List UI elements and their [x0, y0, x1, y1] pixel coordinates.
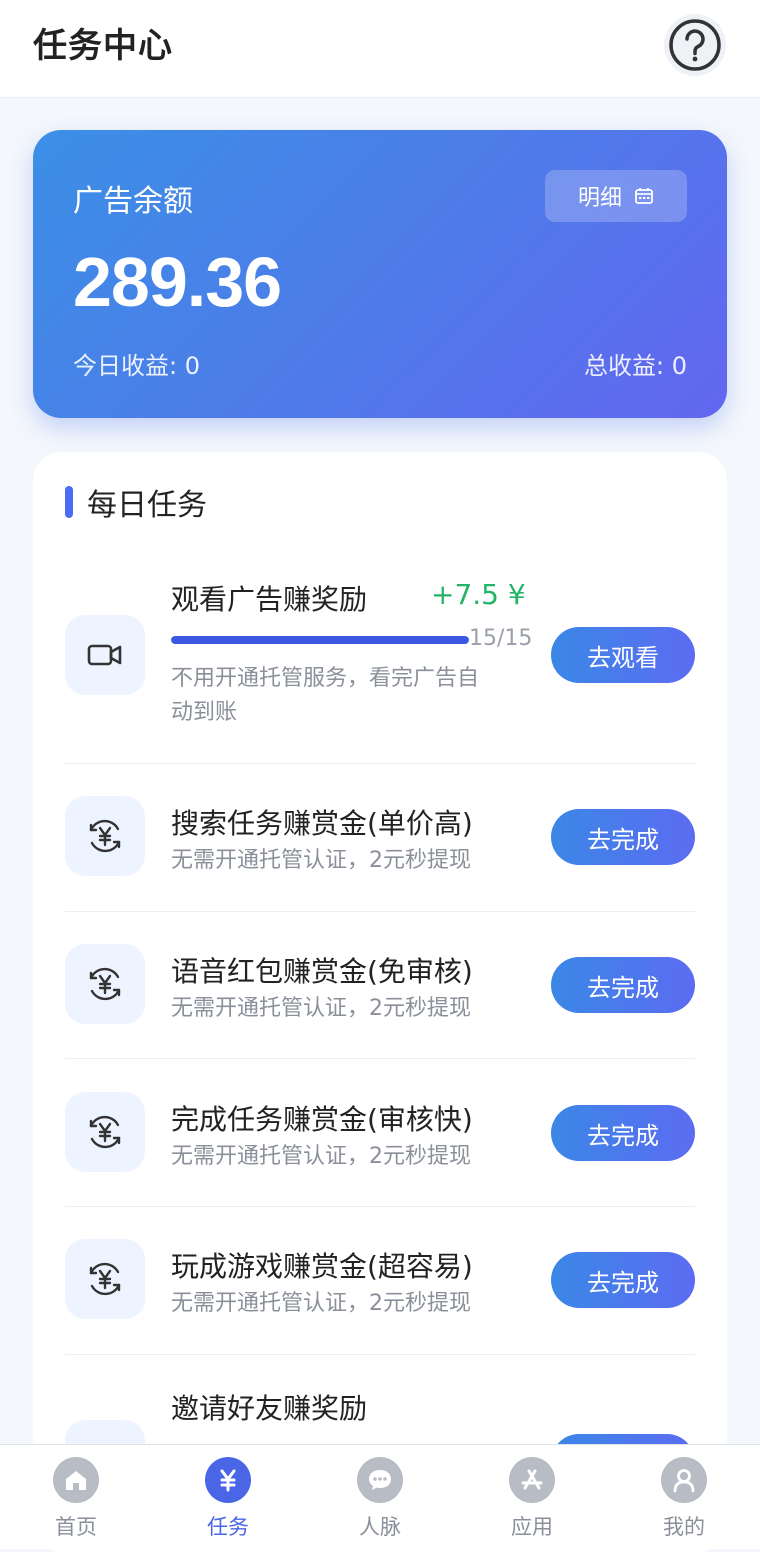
user-icon: [661, 1457, 707, 1503]
tab-label: 应用: [511, 1515, 553, 1539]
today-income: 今日收益: 0: [73, 352, 200, 380]
task-desc: 无需开通托管认证，2元秒提现: [171, 996, 471, 1021]
divider: [65, 911, 695, 912]
ad-task-progress-text: 15/15: [469, 626, 533, 651]
balance-label: 广告余额: [73, 184, 193, 219]
section-title-text: 每日任务: [87, 488, 207, 523]
daily-task-panel: 每日任务 观看广告赚奖励 +7.5 ¥ 15/15 不用开通托管服务，看完广告自…: [33, 452, 727, 1552]
section-title: 每日任务: [65, 484, 207, 523]
ad-task-title: 观看广告赚奖励: [171, 583, 368, 616]
task-icon-box: [65, 944, 145, 1024]
ad-task-item: 观看广告赚奖励 +7.5 ¥ 15/15 不用开通托管服务，看完广告自 动到账 …: [65, 578, 695, 748]
task-icon-box: [65, 1239, 145, 1319]
help-button[interactable]: [664, 14, 726, 76]
tab-profile[interactable]: 我的: [634, 1457, 734, 1545]
balance-card: 广告余额 明细 289.36 今日收益: 0 总收益: 0: [33, 130, 727, 418]
ad-task-desc-line2: 动到账: [171, 700, 238, 725]
divider: [65, 763, 695, 764]
video-camera-icon: [87, 644, 122, 666]
bottom-tab-bar: 首页 任务 人脉 应用 我的: [0, 1444, 760, 1549]
ad-task-progress-fill: [171, 636, 469, 644]
tab-apps[interactable]: 应用: [482, 1457, 582, 1545]
task-desc: 无需开通托管认证，2元秒提现: [171, 1144, 471, 1169]
watch-ad-button[interactable]: 去观看: [551, 627, 695, 683]
task-title: 邀请好友赚奖励: [171, 1392, 368, 1425]
ad-task-desc-line1: 不用开通托管服务，看完广告自: [171, 666, 480, 691]
complete-task-button[interactable]: 去完成: [551, 1252, 695, 1308]
detail-button-label: 明细: [577, 186, 622, 211]
divider: [65, 1206, 695, 1207]
task-desc: 无需开通托管认证，2元秒提现: [171, 848, 471, 873]
divider: [65, 1354, 695, 1355]
task-icon-box: [65, 1092, 145, 1172]
yuan-exchange-icon: [89, 1262, 121, 1296]
task-title: 完成任务赚赏金(审核快): [171, 1103, 473, 1136]
question-icon: [669, 19, 721, 71]
section-accent-bar: [65, 486, 73, 518]
task-title: 语音红包赚赏金(免审核): [171, 955, 473, 988]
chat-icon: [357, 1457, 403, 1503]
yuan-exchange-icon: [89, 1115, 121, 1149]
tab-home[interactable]: 首页: [26, 1457, 126, 1545]
balance-amount: 289.36: [73, 243, 282, 321]
task-item: 玩成游戏赚赏金(超容易) 无需开通托管认证，2元秒提现 去完成: [65, 1239, 695, 1329]
tab-label: 人脉: [359, 1515, 401, 1539]
task-desc: 无需开通托管认证，2元秒提现: [171, 1291, 471, 1316]
ad-task-progress-bar: [171, 636, 469, 644]
tab-label: 任务: [207, 1515, 249, 1539]
task-item: 语音红包赚赏金(免审核) 无需开通托管认证，2元秒提现 去完成: [65, 944, 695, 1034]
task-icon-box: [65, 796, 145, 876]
app-store-icon: [509, 1457, 555, 1503]
task-title: 玩成游戏赚赏金(超容易): [171, 1250, 473, 1283]
calendar-icon: [635, 188, 653, 204]
ad-task-icon-box: [65, 615, 145, 695]
page-title: 任务中心: [33, 26, 173, 66]
yuan-exchange-icon: [89, 819, 121, 853]
tab-label: 我的: [663, 1515, 705, 1539]
ad-task-reward: +7.5 ¥: [431, 578, 526, 611]
complete-task-button[interactable]: 去完成: [551, 957, 695, 1013]
total-income: 总收益: 0: [584, 352, 687, 380]
tab-tasks[interactable]: 任务: [178, 1457, 278, 1545]
task-item: 搜索任务赚赏金(单价高) 无需开通托管认证，2元秒提现 去完成: [65, 796, 695, 886]
yuan-icon: [205, 1457, 251, 1503]
task-item: 完成任务赚赏金(审核快) 无需开通托管认证，2元秒提现 去完成: [65, 1092, 695, 1182]
divider: [65, 1058, 695, 1059]
home-icon: [53, 1457, 99, 1503]
yuan-exchange-icon: [89, 967, 121, 1001]
tab-label: 首页: [55, 1515, 97, 1539]
complete-task-button[interactable]: 去完成: [551, 809, 695, 865]
tab-contacts[interactable]: 人脉: [330, 1457, 430, 1545]
detail-button[interactable]: 明细: [545, 170, 687, 222]
task-title: 搜索任务赚赏金(单价高): [171, 807, 473, 840]
complete-task-button[interactable]: 去完成: [551, 1105, 695, 1161]
top-header: 任务中心: [0, 0, 760, 98]
